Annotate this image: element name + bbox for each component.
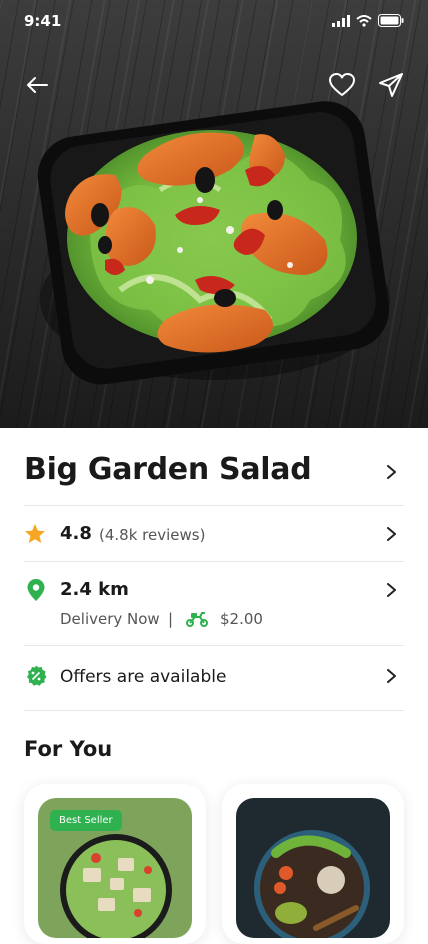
chevron-right-icon [387, 669, 396, 683]
recommendation-card[interactable] [222, 784, 404, 944]
chevron-right-icon [387, 465, 396, 479]
chevron-right-icon [387, 583, 396, 597]
scooter-icon [186, 612, 208, 627]
arrow-left-icon [27, 77, 48, 93]
product-hero-image [0, 0, 428, 428]
favorite-button[interactable] [327, 70, 357, 100]
delivery-status: Delivery Now [60, 610, 160, 628]
reviews-count: (4.8k reviews) [99, 526, 206, 544]
send-icon [379, 73, 403, 97]
separator: | [168, 610, 174, 628]
rating-row[interactable]: 4.8 (4.8k reviews) [24, 506, 404, 562]
share-button[interactable] [376, 70, 406, 100]
battery-icon [378, 14, 404, 27]
rating-value: 4.8 [60, 523, 92, 544]
status-time: 9:41 [24, 12, 62, 30]
title-row[interactable]: Big Garden Salad [24, 450, 404, 494]
heart-icon [329, 73, 355, 96]
section-title-for-you: For You [24, 737, 113, 761]
delivery-row[interactable]: 2.4 km Delivery Now | $2.00 [24, 562, 404, 646]
distance-value: 2.4 km [60, 579, 129, 600]
best-seller-badge: Best Seller [50, 810, 122, 831]
location-pin-icon [27, 579, 45, 601]
wifi-icon [356, 14, 372, 27]
recommendation-card[interactable]: Best Seller [24, 784, 206, 944]
status-bar: 9:41 [0, 0, 428, 44]
divider [24, 710, 404, 711]
chevron-right-icon [387, 527, 396, 541]
star-icon [25, 524, 45, 543]
discount-badge-icon [27, 665, 47, 686]
salad-bowl-image [37, 101, 390, 385]
offers-text: Offers are available [60, 667, 227, 687]
back-button[interactable] [22, 70, 52, 100]
cellular-signal-icon [332, 14, 350, 27]
delivery-fee: $2.00 [220, 610, 263, 628]
grain-bowl-image [254, 830, 370, 938]
product-title: Big Garden Salad [24, 452, 312, 487]
food-thumbnail: Best Seller [38, 798, 192, 938]
food-thumbnail [236, 798, 390, 938]
offers-row[interactable]: Offers are available [24, 646, 404, 710]
